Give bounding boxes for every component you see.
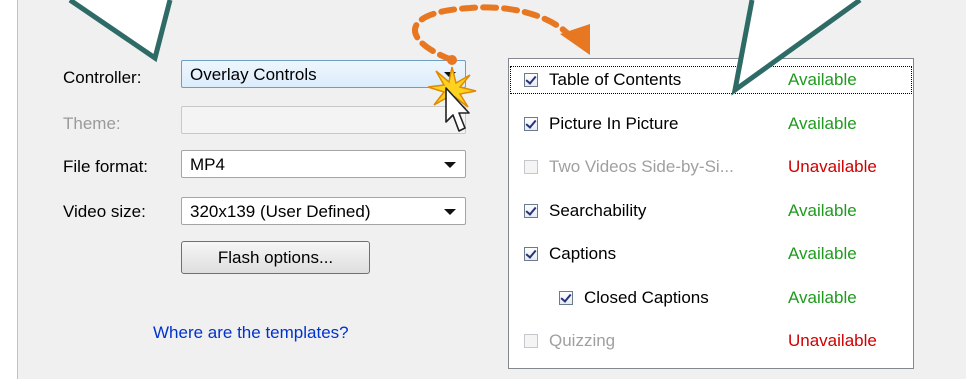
option-label: Searchability [549,201,647,220]
controller-label: Controller: [63,68,142,87]
option-picture-in-picture[interactable]: Picture In Picture Available [509,109,913,139]
option-searchability[interactable]: Searchability Available [509,196,913,226]
chevron-down-icon [444,162,456,168]
option-quizzing: Quizzing Unavailable [509,326,913,356]
file-format-value: MP4 [190,155,225,174]
option-label: Quizzing [549,331,616,350]
checkbox[interactable] [559,291,573,305]
option-label: Picture In Picture [549,114,679,133]
option-closed-captions[interactable]: Closed Captions Available [509,283,913,313]
checkbox[interactable] [524,204,538,218]
option-two-videos: Two Videos Side-by-Si... Unavailable [509,152,913,182]
chevron-down-icon [444,209,456,215]
status-text: Unavailable [788,331,877,350]
checkbox [524,160,538,174]
option-table-of-contents[interactable]: Table of Contents Available [509,65,913,95]
checkbox [524,334,538,348]
file-format-label: File format: [63,157,149,176]
controller-dropdown[interactable]: Overlay Controls [181,60,466,88]
status-text: Available [788,244,857,263]
chevron-down-icon [444,72,456,78]
option-label: Table of Contents [549,70,682,89]
status-text: Available [788,70,857,89]
checkbox[interactable] [524,247,538,261]
status-text: Available [788,201,857,220]
option-label: Captions [549,244,617,263]
file-format-dropdown[interactable]: MP4 [181,150,466,178]
option-captions[interactable]: Captions Available [509,239,913,269]
controller-value: Overlay Controls [190,65,317,84]
option-label: Closed Captions [584,288,709,307]
status-text: Available [788,114,857,133]
theme-label: Theme: [63,114,121,133]
checkbox[interactable] [524,73,538,87]
video-size-label: Video size: [63,202,146,221]
checkbox[interactable] [524,117,538,131]
templates-link[interactable]: Where are the templates? [153,323,349,343]
theme-dropdown [181,106,466,134]
video-size-dropdown[interactable]: 320x139 (User Defined) [181,197,466,225]
status-text: Unavailable [788,157,877,176]
video-size-value: 320x139 (User Defined) [190,202,371,221]
features-list: Table of Contents Available Picture In P… [508,58,914,369]
status-text: Available [788,288,857,307]
flash-options-button[interactable]: Flash options... [181,241,370,274]
option-label: Two Videos Side-by-Si... [549,157,734,176]
